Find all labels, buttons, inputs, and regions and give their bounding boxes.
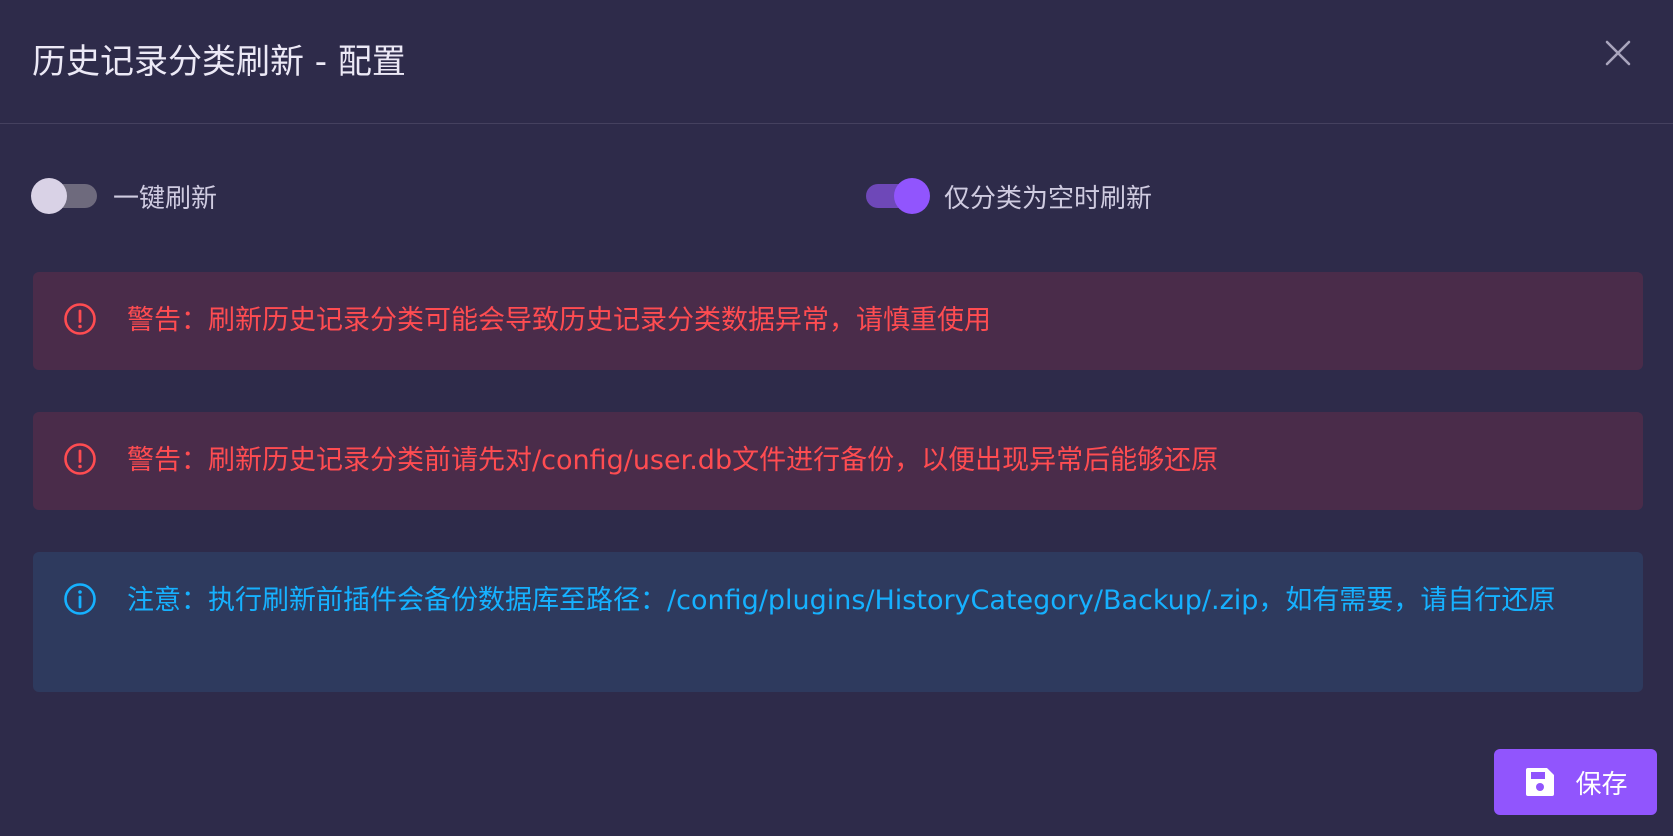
alert-circle-icon: [63, 442, 97, 476]
info-alert-backup-path: 注意：执行刷新前插件会备份数据库至路径：/config/plugins/Hist…: [33, 552, 1643, 692]
empty-only-refresh-label: 仅分类为空时刷新: [944, 183, 1153, 214]
alert-text: 注意：执行刷新前插件会备份数据库至路径：/config/plugins/Hist…: [127, 585, 1556, 616]
dialog-header: 历史记录分类刷新 - 配置: [0, 0, 1673, 124]
switch-thumb: [894, 178, 930, 214]
dialog-title: 历史记录分类刷新 - 配置: [32, 42, 406, 82]
one-click-refresh-switch[interactable]: [31, 176, 99, 216]
info-circle-icon: [63, 582, 97, 616]
alert-text: 警告：刷新历史记录分类前请先对/config/user.db文件进行备份，以便出…: [127, 445, 1219, 476]
empty-only-refresh-toggle[interactable]: 仅分类为空时刷新: [862, 176, 1152, 216]
save-button-label: 保存: [1575, 769, 1628, 800]
alert-text: 警告：刷新历史记录分类可能会导致历史记录分类数据异常，请慎重使用: [127, 305, 991, 336]
config-dialog: 历史记录分类刷新 - 配置 一键刷新 仅分类为空时刷新 警告：刷新历史记录分类可…: [0, 0, 1673, 836]
one-click-refresh-toggle[interactable]: 一键刷新: [31, 176, 217, 216]
save-button[interactable]: 保存: [1494, 749, 1657, 815]
one-click-refresh-label: 一键刷新: [113, 183, 218, 214]
close-icon: [1605, 40, 1631, 66]
close-button[interactable]: [1603, 38, 1633, 68]
warning-alert-backup: 警告：刷新历史记录分类前请先对/config/user.db文件进行备份，以便出…: [33, 412, 1643, 510]
warning-alert-data-anomaly: 警告：刷新历史记录分类可能会导致历史记录分类数据异常，请慎重使用: [33, 272, 1643, 370]
save-icon: [1526, 768, 1555, 796]
empty-only-refresh-switch[interactable]: [862, 176, 930, 216]
switch-thumb: [31, 178, 67, 214]
alert-circle-icon: [63, 302, 97, 336]
